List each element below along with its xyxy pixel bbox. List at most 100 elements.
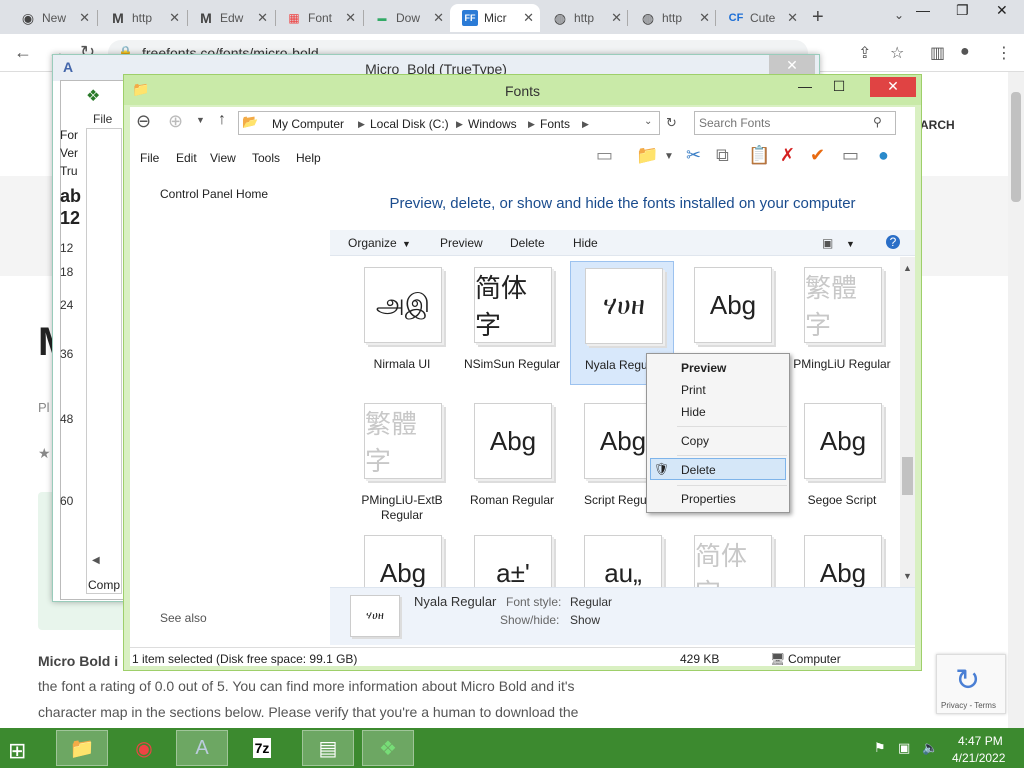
tab-close-icon[interactable]: ✕ [433,10,444,26]
refresh-icon[interactable]: ↻ [666,115,677,131]
recaptcha-terms[interactable]: Privacy - Terms [941,701,996,710]
back-icon[interactable]: ⊖ [136,111,151,132]
search-box[interactable]: ⚲ [694,111,896,135]
browser-tab[interactable]: ◉ New ✕ [8,4,96,32]
items-scrollbar[interactable] [900,257,915,587]
web-scroll-thumb[interactable] [1011,92,1021,202]
context-menu-hide[interactable]: Hide [681,405,706,419]
menu-file[interactable]: File [93,112,112,126]
browser-tab[interactable]: ◍ http ✕ [540,4,628,32]
scroll-left-icon[interactable]: ◀ [92,555,100,566]
minimize-icon[interactable]: — [790,77,820,97]
chrome-menu-icon[interactable]: ⋮ [996,43,1012,63]
context-menu-delete[interactable]: Delete [681,463,716,477]
menu-view[interactable]: View [210,151,236,165]
tab-close-icon[interactable]: ✕ [611,10,622,26]
layout-pane-icon[interactable]: ▭ [596,145,613,166]
tab-close-icon[interactable]: ✕ [787,10,798,26]
tray-network-icon[interactable]: ▣ [898,740,910,756]
close-icon[interactable]: ✕ [870,77,916,97]
close-icon[interactable]: ✕ [769,55,815,75]
scroll-down-icon[interactable]: ▼ [903,571,912,581]
chevron-right-icon[interactable]: ▶ [582,119,589,130]
breadcrumb-fonts[interactable]: Fonts [540,117,570,131]
taskbar-chrome[interactable]: ◉ [118,730,170,766]
help-icon[interactable]: ? [886,235,900,249]
paste-icon[interactable]: 📋 [748,145,770,166]
properties-icon[interactable]: ▭ [842,145,859,166]
context-menu-print[interactable]: Print [681,383,706,397]
share-icon[interactable]: ⇪ [858,43,871,63]
browser-tab[interactable]: ▦ Font ✕ [274,4,362,32]
search-icon[interactable]: ⚲ [873,115,882,129]
scroll-up-icon[interactable]: ▲ [903,263,912,273]
taskbar-explorer[interactable]: 📁 [56,730,108,766]
chevron-right-icon[interactable]: ▶ [528,119,535,130]
breadcrumb-windows[interactable]: Windows [468,117,517,131]
view-options-icon[interactable]: ▣ [822,236,833,250]
font-item[interactable]: Abg Segoe Script [790,397,894,521]
font-item[interactable]: Abg [790,529,894,587]
font-item[interactable]: 简体字 [680,529,784,587]
context-menu-copy[interactable]: Copy [681,434,709,448]
context-menu-properties[interactable]: Properties [681,492,736,506]
browser-tab[interactable]: M http ✕ [98,4,186,32]
font-item[interactable]: 简体字 NSimSun Regular [460,261,564,385]
tab-close-icon[interactable]: ✕ [699,10,710,26]
clock-date[interactable]: 4/21/2022 [952,751,1005,765]
bookmark-star-icon[interactable]: ☆ [890,43,904,63]
organize-dropdown-icon[interactable]: ▼ [402,239,411,249]
close-icon[interactable]: ✕ [996,2,1008,19]
address-dropdown-icon[interactable]: ⌄ [644,116,652,127]
delete-button[interactable]: Delete [510,236,545,250]
maximize-icon[interactable]: ☐ [824,77,854,97]
font-item[interactable]: au„ [570,529,674,587]
restore-icon[interactable]: ❐ [956,2,969,19]
browser-tab[interactable]: ◍ http ✕ [628,4,716,32]
web-search-label[interactable]: ARCH [920,118,955,132]
delete-x-icon[interactable]: ✗ [780,145,795,166]
preview-button[interactable]: Preview [440,236,483,250]
tab-close-icon[interactable]: ✕ [79,10,90,26]
copy-icon[interactable]: ⧉ [716,145,729,166]
recent-dropdown-icon[interactable]: ▼ [196,115,205,125]
windows-start-icon[interactable]: ⊞ [8,738,26,764]
tab-close-icon[interactable]: ✕ [169,10,180,26]
font-item[interactable]: a±' [460,529,564,587]
font-item[interactable]: Abg Roman Regular [460,397,564,521]
menu-help[interactable]: Help [296,151,321,165]
taskbar-app[interactable]: ❖ [362,730,414,766]
tab-search-chevron-icon[interactable]: ⌄ [894,8,904,22]
dropdown-icon[interactable]: ▼ [664,151,674,162]
cut-icon[interactable]: ✂ [686,145,701,166]
tab-close-icon[interactable]: ✕ [345,10,356,26]
items-scroll-thumb[interactable] [902,457,913,495]
menu-tools[interactable]: Tools [252,151,280,165]
font-item[interactable]: 繁體字 PMingLiU-ExtB Regular [350,397,454,522]
menu-edit[interactable]: Edit [176,151,197,165]
view-dropdown-icon[interactable]: ▼ [846,239,855,249]
browser-tab[interactable]: ▬ Dow ✕ [362,4,450,32]
tab-close-icon[interactable]: ✕ [523,10,534,26]
browser-tab[interactable]: M Edw ✕ [186,4,274,32]
tray-volume-icon[interactable]: 🔈 [922,740,938,756]
font-item[interactable]: 繁體字 PMingLiU Regular [790,261,894,385]
hide-button[interactable]: Hide [573,236,598,250]
globe-icon[interactable]: ● [878,145,889,166]
folder-options-icon[interactable]: 📁 [636,145,658,166]
browser-tab-active[interactable]: FF Micr ✕ [450,4,540,32]
browser-tab[interactable]: CF Cute ✕ [716,4,804,32]
side-panel-icon[interactable]: ▥ [930,43,945,63]
taskbar-window[interactable]: ▤ [302,730,354,766]
up-arrow-icon[interactable]: ↑ [218,111,226,129]
minimize-icon[interactable]: — [916,2,930,18]
new-tab-icon[interactable]: + [812,6,824,29]
forward-icon[interactable]: ⊕ [168,111,183,132]
recaptcha-badge[interactable]: ↻ Privacy - Terms [936,654,1006,714]
tab-close-icon[interactable]: ✕ [257,10,268,26]
search-input[interactable] [699,115,869,131]
menu-file[interactable]: File [140,151,159,165]
taskbar-font-viewer[interactable]: A [176,730,228,766]
tray-flag-icon[interactable]: ⚑ [874,740,886,756]
control-panel-home-link[interactable]: Control Panel Home [160,187,268,201]
